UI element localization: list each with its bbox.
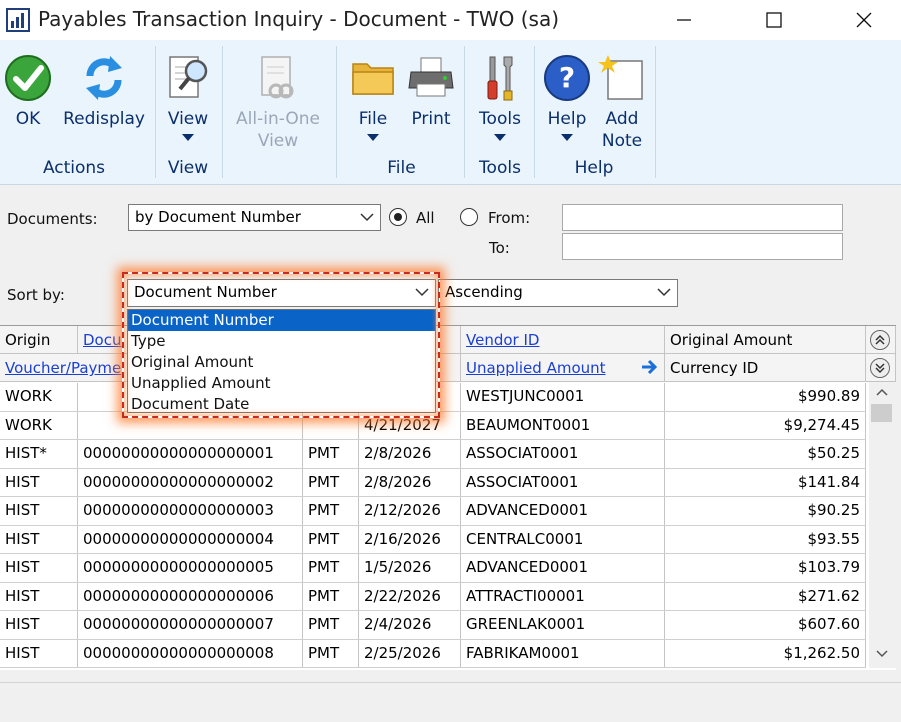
status-bar bbox=[0, 682, 901, 722]
maximize-icon bbox=[766, 12, 782, 28]
from-radio[interactable] bbox=[460, 208, 478, 226]
sort-option-document-date[interactable]: Document Date bbox=[128, 394, 435, 415]
chevron-down-icon bbox=[360, 213, 374, 222]
table-row[interactable]: HIST 00000000000000000004 PMT 2/16/2026 … bbox=[0, 525, 866, 554]
header-original-amount[interactable]: Original Amount bbox=[665, 326, 866, 354]
chevron-down-icon bbox=[561, 134, 573, 141]
close-icon bbox=[856, 12, 872, 28]
all-in-one-view-button[interactable]: All-in-One View bbox=[228, 50, 328, 152]
collapse-rows-button[interactable] bbox=[870, 330, 890, 350]
sort-option-document-number[interactable]: Document Number bbox=[128, 310, 435, 331]
minimize-button[interactable] bbox=[654, 0, 714, 40]
double-chevron-up-icon bbox=[875, 334, 885, 345]
table-row[interactable]: HIST* 00000000000000000001 PMT 2/8/2026 … bbox=[0, 440, 866, 469]
sort-order-combo[interactable]: Ascending bbox=[438, 279, 678, 307]
group-label-actions: Actions bbox=[42, 158, 106, 178]
redisplay-button[interactable]: Redisplay bbox=[62, 50, 146, 130]
chevron-down-icon bbox=[494, 134, 506, 141]
ribbon: OK Redisplay Actions View View All-in-On… bbox=[0, 40, 901, 185]
table-row[interactable]: WORK 4/21/2027 BEAUMONT0001 $9,274.45 bbox=[0, 411, 866, 440]
all-label: All bbox=[416, 209, 435, 227]
documents-label: Documents: bbox=[7, 210, 98, 228]
close-button[interactable] bbox=[834, 0, 894, 40]
chevron-down-icon bbox=[367, 134, 379, 141]
to-label: To: bbox=[489, 239, 510, 257]
print-button[interactable]: Print bbox=[404, 50, 458, 130]
printer-icon bbox=[408, 57, 454, 97]
checkmark-icon bbox=[5, 55, 51, 101]
note-icon bbox=[598, 55, 643, 100]
expand-rows-button[interactable] bbox=[870, 358, 890, 378]
table-row[interactable]: HIST 00000000000000000005 PMT 1/5/2026 A… bbox=[0, 554, 866, 583]
magnifier-document-icon bbox=[169, 56, 208, 98]
app-chart-icon bbox=[6, 8, 30, 32]
sort-by-dropdown-list: Document Number Type Original Amount Una… bbox=[127, 309, 436, 413]
maximize-button[interactable] bbox=[744, 0, 804, 40]
group-label-view: View bbox=[167, 158, 209, 178]
tools-icon bbox=[487, 56, 513, 101]
sort-by-label: Sort by: bbox=[7, 286, 65, 304]
table-row[interactable]: HIST 00000000000000000008 PMT 2/25/2026 … bbox=[0, 639, 866, 668]
table-row[interactable]: HIST 00000000000000000002 PMT 2/8/2026 A… bbox=[0, 468, 866, 497]
tools-button[interactable]: Tools bbox=[472, 50, 528, 141]
vertical-scrollbar[interactable] bbox=[869, 382, 896, 668]
folder-icon bbox=[352, 63, 394, 95]
group-divider bbox=[464, 46, 465, 178]
group-divider bbox=[222, 46, 223, 178]
table-row[interactable]: HIST 00000000000000000007 PMT 2/4/2026 G… bbox=[0, 611, 866, 640]
sort-option-unapplied-amount[interactable]: Unapplied Amount bbox=[128, 373, 435, 394]
header-arrow-cell[interactable] bbox=[637, 354, 665, 382]
header-vendor-id[interactable]: Vendor ID bbox=[461, 326, 665, 354]
group-label-tools: Tools bbox=[479, 158, 521, 178]
group-divider bbox=[534, 46, 535, 178]
all-radio[interactable] bbox=[389, 208, 407, 226]
double-chevron-down-icon bbox=[875, 363, 885, 374]
header-unapplied-amount[interactable]: Unapplied Amount bbox=[461, 354, 637, 382]
header-origin[interactable]: Origin bbox=[0, 326, 78, 354]
add-note-button[interactable]: Add Note bbox=[596, 50, 648, 152]
from-input[interactable] bbox=[562, 204, 843, 231]
svg-text:?: ? bbox=[559, 61, 575, 94]
all-in-one-view-icon bbox=[261, 56, 294, 99]
refresh-icon bbox=[86, 56, 122, 100]
scroll-down-icon[interactable] bbox=[876, 650, 888, 658]
sort-option-original-amount[interactable]: Original Amount bbox=[128, 352, 435, 373]
to-input[interactable] bbox=[562, 233, 843, 260]
group-divider bbox=[155, 46, 156, 178]
group-label-file: File bbox=[387, 158, 416, 178]
arrow-right-icon bbox=[642, 359, 658, 375]
sort-by-combo[interactable]: Document Number bbox=[127, 279, 436, 307]
table-row[interactable]: HIST 00000000000000000006 PMT 2/22/2026 … bbox=[0, 582, 866, 611]
ok-button[interactable]: OK bbox=[2, 50, 54, 130]
group-divider bbox=[336, 46, 337, 178]
help-button[interactable]: ? Help bbox=[540, 50, 594, 141]
table-row[interactable]: HIST 00000000000000000003 PMT 2/12/2026 … bbox=[0, 497, 866, 526]
documents-combo[interactable]: by Document Number bbox=[128, 204, 381, 231]
chevron-down-icon bbox=[657, 288, 671, 297]
view-button[interactable]: View bbox=[160, 50, 216, 141]
chevron-down-icon bbox=[415, 288, 429, 297]
title-bar: Payables Transaction Inquiry - Document … bbox=[0, 0, 901, 40]
help-question-icon: ? bbox=[544, 55, 590, 101]
file-button[interactable]: File bbox=[345, 50, 401, 141]
sort-option-type[interactable]: Type bbox=[128, 331, 435, 352]
minimize-icon bbox=[677, 19, 691, 21]
group-label-help: Help bbox=[574, 158, 614, 178]
chevron-down-icon bbox=[182, 134, 194, 141]
window-title: Payables Transaction Inquiry - Document … bbox=[38, 7, 560, 31]
scroll-up-icon[interactable] bbox=[876, 388, 888, 396]
header-currency-id[interactable]: Currency ID bbox=[665, 354, 866, 382]
group-divider bbox=[655, 46, 656, 178]
from-label: From: bbox=[488, 209, 531, 227]
scrollbar-thumb[interactable] bbox=[871, 404, 892, 422]
